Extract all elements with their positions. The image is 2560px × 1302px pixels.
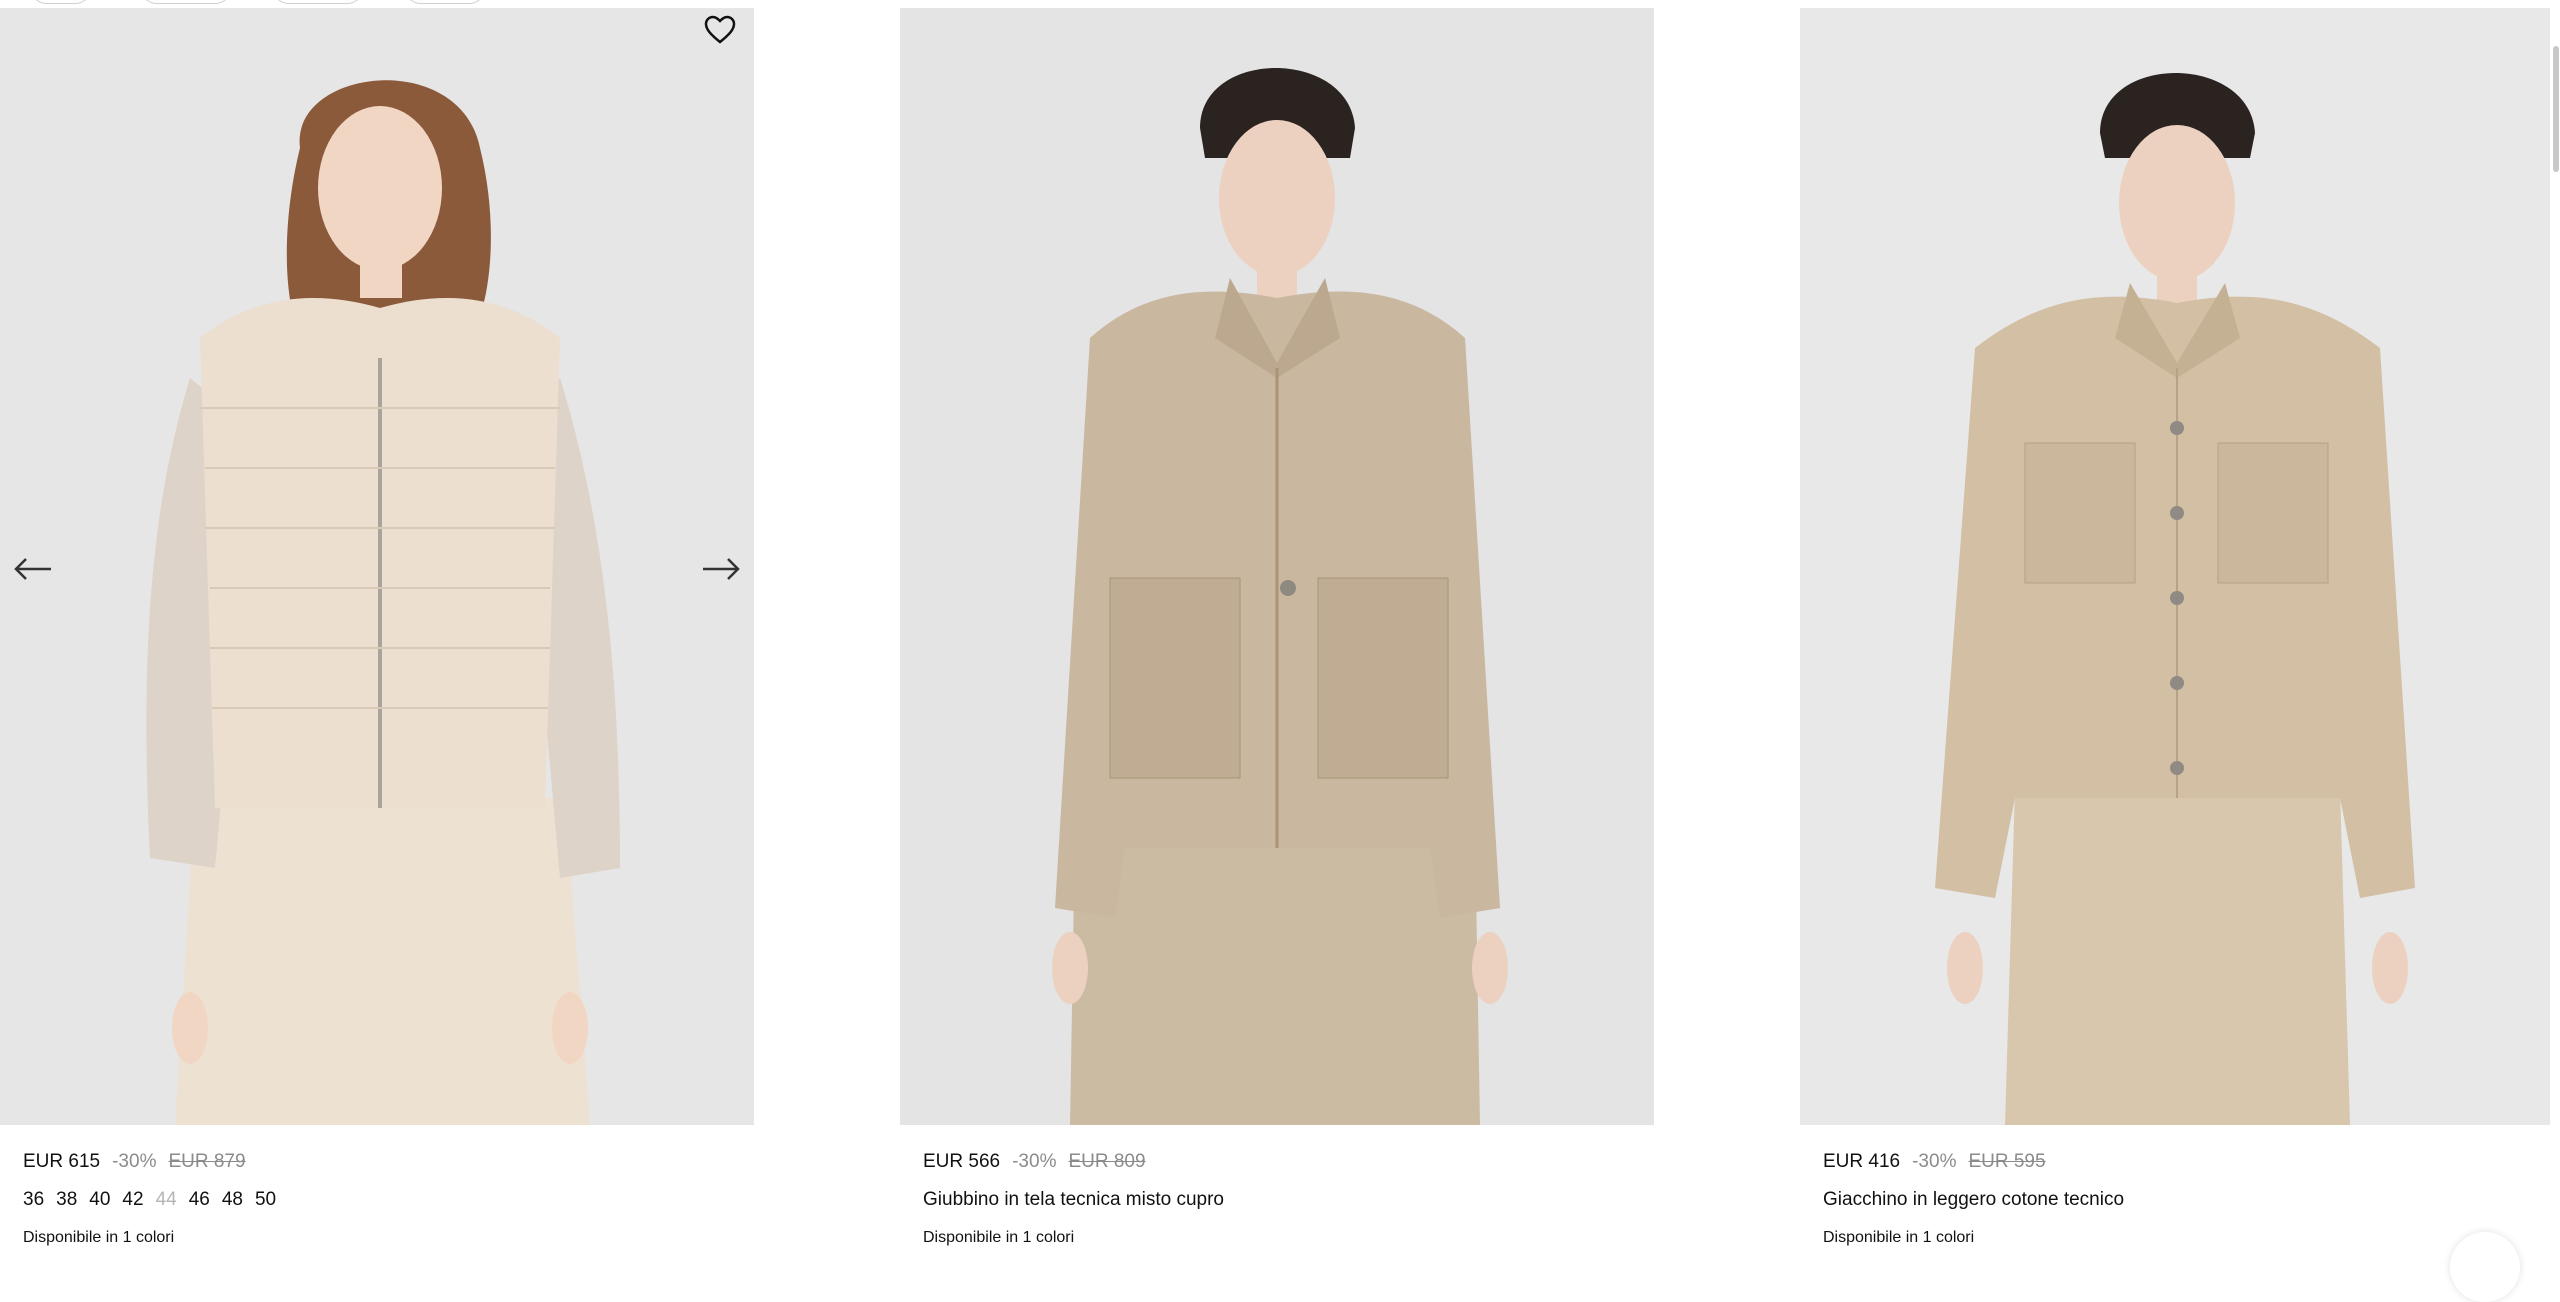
arrow-right-icon <box>703 558 740 580</box>
filter-chip[interactable] <box>404 0 486 4</box>
price-row: EUR 566 -30% EUR 809 <box>923 1149 1631 1175</box>
availability-text: Disponibile in 1 colori <box>1823 1229 1975 1246</box>
size-option[interactable]: 50 <box>255 1189 276 1215</box>
product-card-1[interactable]: EUR 615 -30% EUR 879 36 38 40 42 44 46 4… <box>0 8 754 1247</box>
scrollbar-thumb[interactable] <box>2553 46 2559 172</box>
model-photo <box>0 8 754 1125</box>
product-name[interactable]: Giacchino in leggero cotone tecnico <box>1823 1189 2531 1215</box>
product-name[interactable]: Giubbino in tela tecnica misto cupro <box>923 1189 1631 1215</box>
original-price: EUR 809 <box>1068 1151 1146 1172</box>
filter-chip[interactable] <box>272 0 364 4</box>
current-price: EUR 416 <box>1823 1151 1901 1172</box>
size-option[interactable]: 46 <box>189 1189 210 1215</box>
size-option[interactable]: 36 <box>23 1189 44 1215</box>
carousel-next-button[interactable] <box>696 546 746 592</box>
filter-chip[interactable] <box>30 0 92 4</box>
carousel-prev-button[interactable] <box>8 546 58 592</box>
current-price: EUR 566 <box>923 1151 1001 1172</box>
original-price: EUR 879 <box>168 1151 246 1172</box>
size-option[interactable]: 48 <box>222 1189 243 1215</box>
availability-text: Disponibile in 1 colori <box>923 1229 1075 1246</box>
product-image-2[interactable] <box>900 8 1654 1125</box>
size-option[interactable]: 42 <box>122 1189 143 1215</box>
discount-badge: -30% <box>112 1151 157 1172</box>
model-photo <box>900 8 1654 1125</box>
product-image-1[interactable] <box>0 8 754 1125</box>
current-price: EUR 615 <box>23 1151 101 1172</box>
size-option[interactable]: 40 <box>89 1189 110 1215</box>
filter-chip[interactable] <box>140 0 232 4</box>
discount-badge: -30% <box>1012 1151 1057 1172</box>
availability-text: Disponibile in 1 colori <box>23 1229 175 1246</box>
price-row: EUR 416 -30% EUR 595 <box>1823 1149 2531 1175</box>
product-card-3[interactable]: EUR 416 -30% EUR 595 Giacchino in legger… <box>1800 8 2554 1247</box>
original-price: EUR 595 <box>1968 1151 2046 1172</box>
heart-outline-icon <box>704 15 736 44</box>
chat-widget-button[interactable] <box>2450 1232 2520 1302</box>
price-row: EUR 615 -30% EUR 879 <box>23 1149 731 1175</box>
scrollbar[interactable] <box>2550 0 2560 1262</box>
product-card-2[interactable]: EUR 566 -30% EUR 809 Giubbino in tela te… <box>900 8 1654 1247</box>
size-option-unavailable: 44 <box>155 1189 177 1210</box>
filter-chips-row <box>0 0 600 6</box>
size-list: 36 38 40 42 44 46 48 50 <box>23 1189 731 1215</box>
model-photo <box>1800 8 2554 1125</box>
product-image-3[interactable] <box>1800 8 2554 1125</box>
size-option[interactable]: 38 <box>56 1189 77 1215</box>
discount-badge: -30% <box>1912 1151 1957 1172</box>
arrow-left-icon <box>14 558 51 580</box>
wishlist-button[interactable] <box>698 8 742 52</box>
